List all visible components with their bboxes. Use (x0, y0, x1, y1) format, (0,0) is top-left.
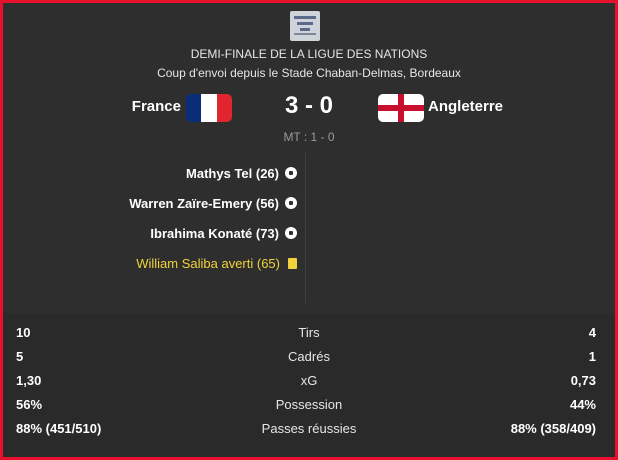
goal-event: Warren Zaïre-Emery (56) (129, 194, 297, 212)
match-header: DEMI-FINALE DE LA LIGUE DES NATIONS Coup… (3, 3, 615, 313)
away-stat: 88% (358/409) (510, 421, 596, 436)
competition-title: DEMI-FINALE DE LA LIGUE DES NATIONS (190, 47, 428, 61)
nations-league-logo-icon (290, 11, 320, 41)
goal-ball-icon (285, 227, 297, 239)
goal-event: Ibrahima Konaté (73) (150, 224, 297, 242)
timeline-divider (305, 153, 306, 303)
stat-row-on-target: 5 Cadrés 1 (3, 345, 615, 369)
match-summary-panel: DEMI-FINALE DE LA LIGUE DES NATIONS Coup… (3, 3, 615, 457)
stat-label: xG (300, 373, 318, 388)
england-flag-icon (378, 94, 424, 122)
goal-ball-icon (285, 167, 297, 179)
stat-row-shots: 10 Tirs 4 (3, 321, 615, 345)
match-stats: 10 Tirs 4 5 Cadrés 1 1,30 xG 0,73 56% Po… (3, 321, 615, 441)
half-time-score: MT : 1 - 0 (283, 130, 335, 144)
yellow-card-icon (288, 257, 297, 269)
away-team-name: Angleterre (428, 98, 504, 115)
event-text: Mathys Tel (26) (186, 165, 279, 181)
away-stat: 44% (569, 397, 596, 412)
event-text: William Saliba averti (65) (136, 255, 280, 271)
away-stat: 0,73 (570, 373, 596, 388)
stat-label: Tirs (298, 325, 320, 340)
score: 3 - 0 (284, 92, 334, 119)
stat-row-possession: 56% Possession 44% (3, 393, 615, 417)
booking-event: William Saliba averti (65) (136, 254, 297, 272)
goal-ball-icon (285, 197, 297, 209)
event-text: Ibrahima Konaté (73) (150, 225, 279, 241)
stat-label: Cadrés (288, 349, 330, 364)
stat-row-passes: 88% (451/510) Passes réussies 88% (358/4… (3, 417, 615, 441)
stat-row-xg: 1,30 xG 0,73 (3, 369, 615, 393)
goal-event: Mathys Tel (26) (186, 164, 297, 182)
venue-text: Coup d'envoi depuis le Stade Chaban-Delm… (157, 66, 461, 80)
away-stat: 4 (588, 325, 596, 340)
event-text: Warren Zaïre-Emery (56) (129, 195, 279, 211)
away-stat: 1 (588, 349, 596, 364)
stat-label: Possession (275, 397, 343, 412)
